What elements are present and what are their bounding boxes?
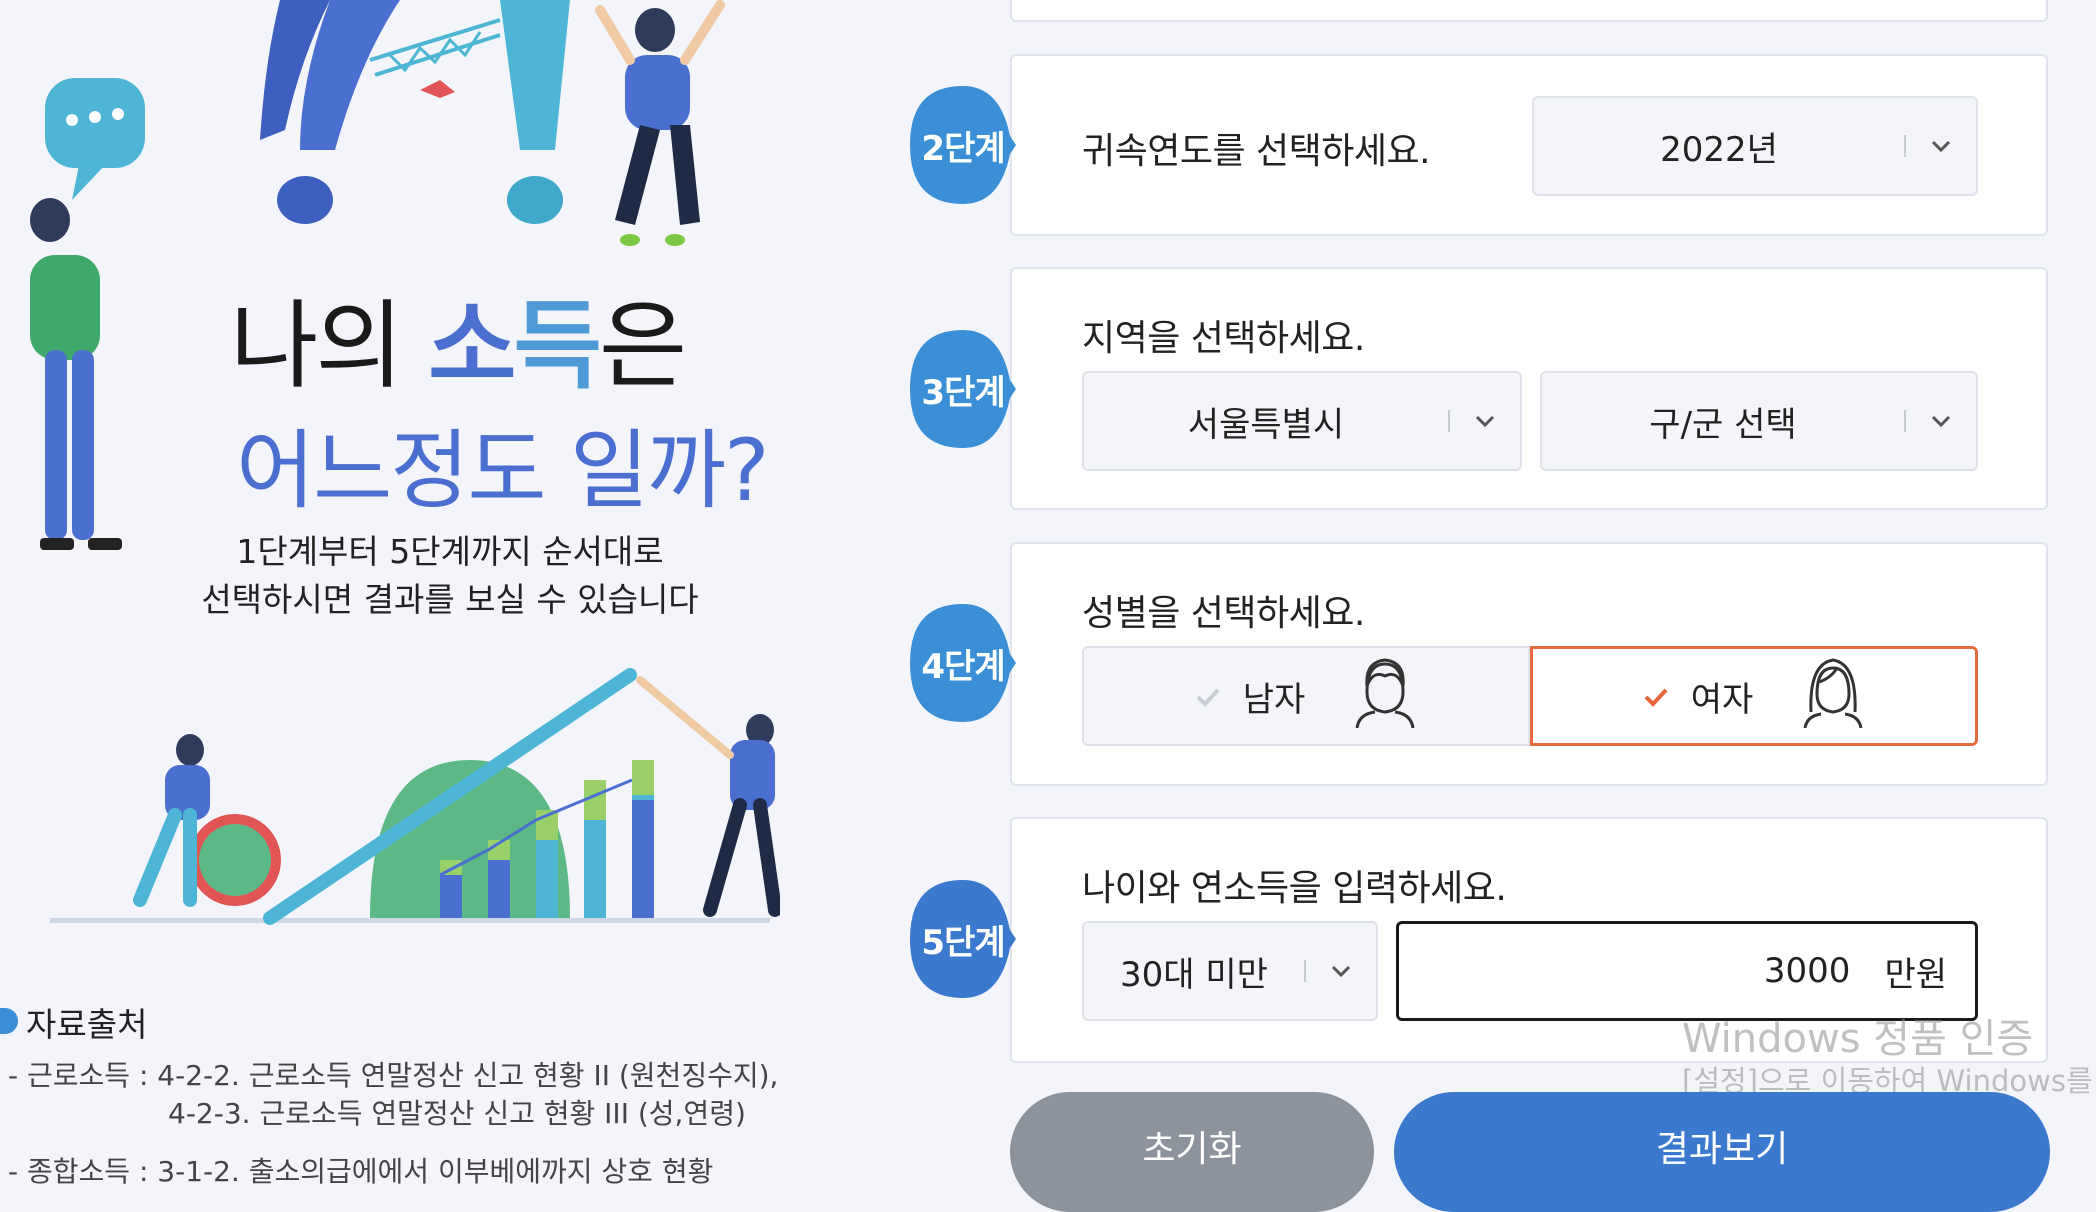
chevron-down-icon: [1924, 415, 1958, 427]
activation-watermark-title: Windows 정품 인증: [1682, 1016, 2034, 1062]
hero-description: 1단계부터 5단계까지 순서대로 선택하시면 결과를 보실 수 있습니다: [201, 532, 699, 619]
step5-badge: 5단계: [910, 880, 1016, 998]
chevron-down-icon: [1468, 415, 1502, 427]
step3-question: 지역을 선택하세요.: [1082, 318, 1365, 359]
step2-badge: 2단계: [910, 86, 1016, 204]
intro-panel: 나의 소득은 어느정도 일까? 1단계부터 5단계까지 순서대로 선택하시면 결…: [0, 0, 1000, 1188]
source-line: 4-2-3. 근로소득 연말정산 신고 현황 III (성,연령): [168, 1097, 746, 1130]
step4-card: 성별을 선택하세요. 남자 여자: [1010, 542, 2048, 786]
source-line: - 근로소득 : 4-2-2. 근로소득 연말정산 신고 현황 II (원천징수…: [8, 1059, 779, 1092]
district-select[interactable]: 구/군 선택: [1540, 371, 1978, 471]
male-label: 남자: [1242, 679, 1306, 720]
step5-question: 나이와 연소득을 입력하세요.: [1082, 868, 1507, 909]
check-icon: [1195, 676, 1221, 716]
step3-card: 지역을 선택하세요. 서울특별시 구/군 선택: [1010, 267, 2048, 510]
reset-button-label: 초기화: [1142, 1129, 1242, 1170]
gender-option-female[interactable]: 여자: [1530, 646, 1978, 746]
step2-question: 귀속연도를 선택하세요.: [1082, 131, 1431, 172]
male-avatar-icon: [1353, 656, 1417, 737]
year-select-value: 2022년: [1660, 129, 1778, 170]
chevron-down-icon: [1924, 140, 1958, 152]
gender-option-male[interactable]: 남자: [1082, 646, 1530, 746]
hero-title: 나의 소득은: [230, 290, 687, 402]
result-button-label: 결과보기: [1655, 1129, 1789, 1170]
hero-subtitle: 어느정도 일까?: [236, 421, 770, 521]
female-label: 여자: [1690, 679, 1754, 720]
year-select[interactable]: 2022년: [1532, 96, 1978, 196]
result-button[interactable]: 결과보기: [1394, 1092, 2050, 1212]
chevron-down-icon: [1324, 965, 1358, 977]
source-bullet: [0, 1008, 18, 1034]
step3-badge: 3단계: [910, 330, 1016, 448]
city-select-value: 서울특별시: [1187, 404, 1345, 445]
step4-question: 성별을 선택하세요.: [1082, 593, 1365, 634]
reset-button[interactable]: 초기화: [1010, 1092, 1374, 1212]
district-select-value: 구/군 선택: [1649, 404, 1797, 445]
age-select[interactable]: 30대 미만: [1082, 921, 1378, 1021]
source-line: - 종합소득 : 3-1-2. 출소의급에에서 이부베에까지 상호 현황: [8, 1155, 714, 1188]
income-input-value: 3000: [1763, 951, 1851, 991]
city-select[interactable]: 서울특별시: [1082, 371, 1522, 471]
chat-bubble-icon: [45, 78, 145, 200]
female-avatar-icon: [1801, 656, 1865, 737]
step1-card: [1010, 0, 2048, 22]
step4-badge: 4단계: [910, 604, 1016, 722]
step2-card: 귀속연도를 선택하세요. 2022년: [1010, 54, 2048, 236]
growth-illustration: [50, 668, 780, 925]
age-select-value: 30대 미만: [1120, 954, 1268, 995]
source-title: 자료출처: [26, 1005, 148, 1044]
check-icon: [1643, 676, 1669, 716]
income-unit: 만원: [1884, 954, 1947, 995]
